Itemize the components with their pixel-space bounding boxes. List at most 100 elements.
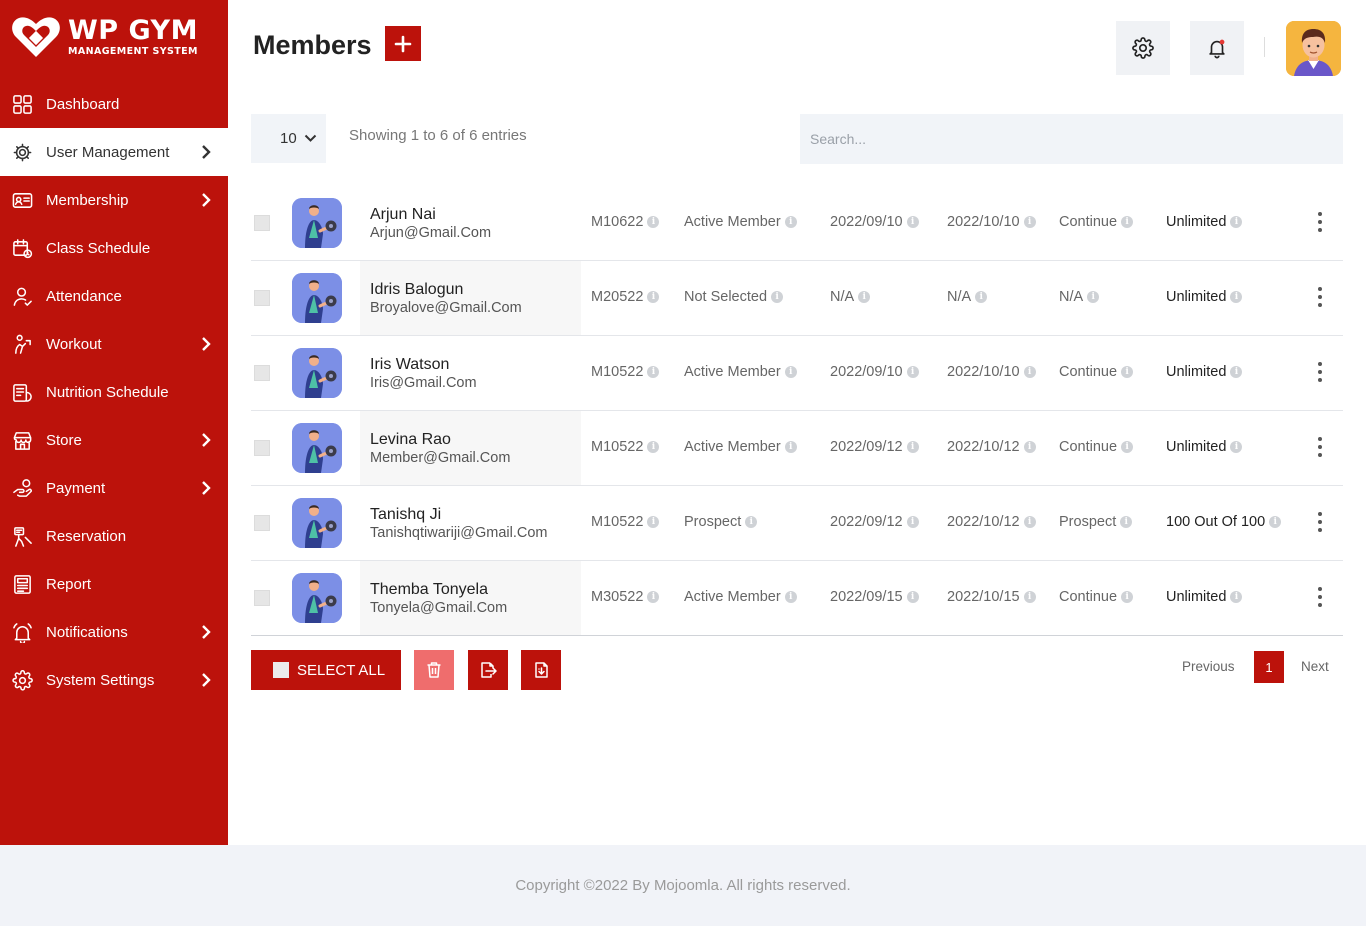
sidebar-item-payment[interactable]: Payment [0,464,228,512]
info-icon[interactable]: i [1121,441,1134,453]
info-icon[interactable]: i [1087,291,1100,303]
table-row[interactable]: Themba Tonyela Tonyela@Gmail.Com M30522 i Ac… [251,561,1343,636]
info-icon[interactable]: i [906,591,919,603]
sidebar-item-reservation[interactable]: Reservation [0,512,228,560]
info-icon[interactable]: i [1023,591,1036,603]
settings-button[interactable] [1116,21,1170,75]
info-icon[interactable]: i [745,516,758,528]
info-icon[interactable]: i [647,366,660,378]
info-icon[interactable]: i [1023,366,1036,378]
member-name[interactable]: Iris Watson [370,356,449,374]
member-email: Arjun@Gmail.Com [370,225,492,241]
import-button[interactable] [521,650,561,690]
pagination-page-current[interactable]: 1 [1254,651,1284,683]
table-row[interactable]: Arjun Nai Arjun@Gmail.Com M10622 i Active Me… [251,186,1343,261]
info-icon[interactable]: i [784,591,797,603]
member-name-cell[interactable]: Arjun Nai Arjun@Gmail.Com [360,186,581,260]
brand-logo[interactable]: WP GYM MANAGEMENT SYSTEM [10,12,220,62]
row-checkbox[interactable] [254,590,270,606]
row-actions-menu[interactable] [1317,587,1323,609]
member-name[interactable]: Idris Balogun [370,281,463,299]
row-checkbox[interactable] [254,440,270,456]
entries-value: 10 [280,130,297,147]
user-avatar[interactable] [1286,21,1341,76]
info-icon[interactable]: i [1269,516,1282,528]
member-name-cell[interactable]: Idris Balogun Broyalove@Gmail.Com [360,261,581,335]
info-icon[interactable]: i [906,516,919,528]
info-icon[interactable]: i [647,516,660,528]
member-name[interactable]: Levina Rao [370,431,451,449]
status-cell: Continue i [1059,439,1134,455]
info-icon[interactable]: i [1121,591,1134,603]
pagination-next[interactable]: Next [1301,659,1329,674]
sidebar-item-store[interactable]: Store [0,416,228,464]
sidebar-item-membership[interactable]: Membership [0,176,228,224]
info-icon[interactable]: i [1023,216,1036,228]
info-icon[interactable]: i [1120,516,1133,528]
sidebar-item-class-schedule[interactable]: Class Schedule [0,224,228,272]
info-icon[interactable]: i [784,441,797,453]
add-member-button[interactable] [385,26,421,61]
info-icon[interactable]: i [784,216,797,228]
table-row[interactable]: Iris Watson Iris@Gmail.Com M10522 i Active M… [251,336,1343,411]
delete-selected-button[interactable] [414,650,454,690]
info-icon[interactable]: i [858,291,871,303]
member-name[interactable]: Arjun Nai [370,206,436,224]
info-icon[interactable]: i [647,591,660,603]
search-input[interactable] [800,114,1343,164]
table-row[interactable]: Levina Rao Member@Gmail.Com M10522 i Active … [251,411,1343,486]
info-icon[interactable]: i [647,441,660,453]
info-icon[interactable]: i [1121,366,1134,378]
sidebar-item-user-management[interactable]: User Management [0,128,228,176]
member-avatar [292,273,342,323]
info-icon[interactable]: i [1230,216,1243,228]
member-name-cell[interactable]: Levina Rao Member@Gmail.Com [360,411,581,485]
row-checkbox[interactable] [254,365,270,381]
sidebar-item-notifications[interactable]: Notifications [0,608,228,656]
member-email: Iris@Gmail.Com [370,375,477,391]
sidebar-item-report[interactable]: Report [0,560,228,608]
member-name-cell[interactable]: Themba Tonyela Tonyela@Gmail.Com [360,561,581,635]
info-icon[interactable]: i [1230,291,1243,303]
info-icon[interactable]: i [975,291,988,303]
row-actions-menu[interactable] [1317,437,1323,459]
member-name[interactable]: Themba Tonyela [370,581,488,599]
entries-per-page-select[interactable]: 10 [251,114,326,163]
info-icon[interactable]: i [906,216,919,228]
row-actions-menu[interactable] [1317,287,1323,309]
info-icon[interactable]: i [906,441,919,453]
row-checkbox[interactable] [254,515,270,531]
info-icon[interactable]: i [1230,366,1243,378]
membership-type-cell-value: Active Member [684,589,781,605]
info-icon[interactable]: i [1023,516,1036,528]
row-actions-menu[interactable] [1317,512,1323,534]
row-checkbox[interactable] [254,290,270,306]
table-row[interactable]: Idris Balogun Broyalove@Gmail.Com M20522 i N… [251,261,1343,336]
sidebar-item-system-settings[interactable]: System Settings [0,656,228,704]
info-icon[interactable]: i [1023,441,1036,453]
info-icon[interactable]: i [1230,441,1243,453]
info-icon[interactable]: i [647,291,660,303]
notifications-button[interactable] [1190,21,1244,75]
row-actions-menu[interactable] [1317,362,1323,384]
info-icon[interactable]: i [647,216,660,228]
info-icon[interactable]: i [1121,216,1134,228]
export-button[interactable] [468,650,508,690]
row-actions-menu[interactable] [1317,212,1323,234]
row-checkbox[interactable] [254,215,270,231]
sidebar-item-nutrition-schedule[interactable]: Nutrition Schedule [0,368,228,416]
pagination-previous[interactable]: Previous [1182,659,1235,674]
info-icon[interactable]: i [1230,591,1243,603]
member-name-cell[interactable]: Iris Watson Iris@Gmail.Com [360,336,581,410]
info-icon[interactable]: i [906,366,919,378]
member-name[interactable]: Tanishq Ji [370,506,441,524]
info-icon[interactable]: i [771,291,784,303]
member-name-cell[interactable]: Tanishq Ji Tanishqtiwariji@Gmail.Com [360,486,581,560]
kebab-dot [1318,212,1322,216]
select-all-button[interactable]: SELECT ALL [251,650,401,690]
table-row[interactable]: Tanishq Ji Tanishqtiwariji@Gmail.Com M1052… [251,486,1343,561]
sidebar-item-workout[interactable]: Workout [0,320,228,368]
info-icon[interactable]: i [784,366,797,378]
sidebar-item-attendance[interactable]: Attendance [0,272,228,320]
sidebar-item-dashboard[interactable]: Dashboard [0,80,228,128]
